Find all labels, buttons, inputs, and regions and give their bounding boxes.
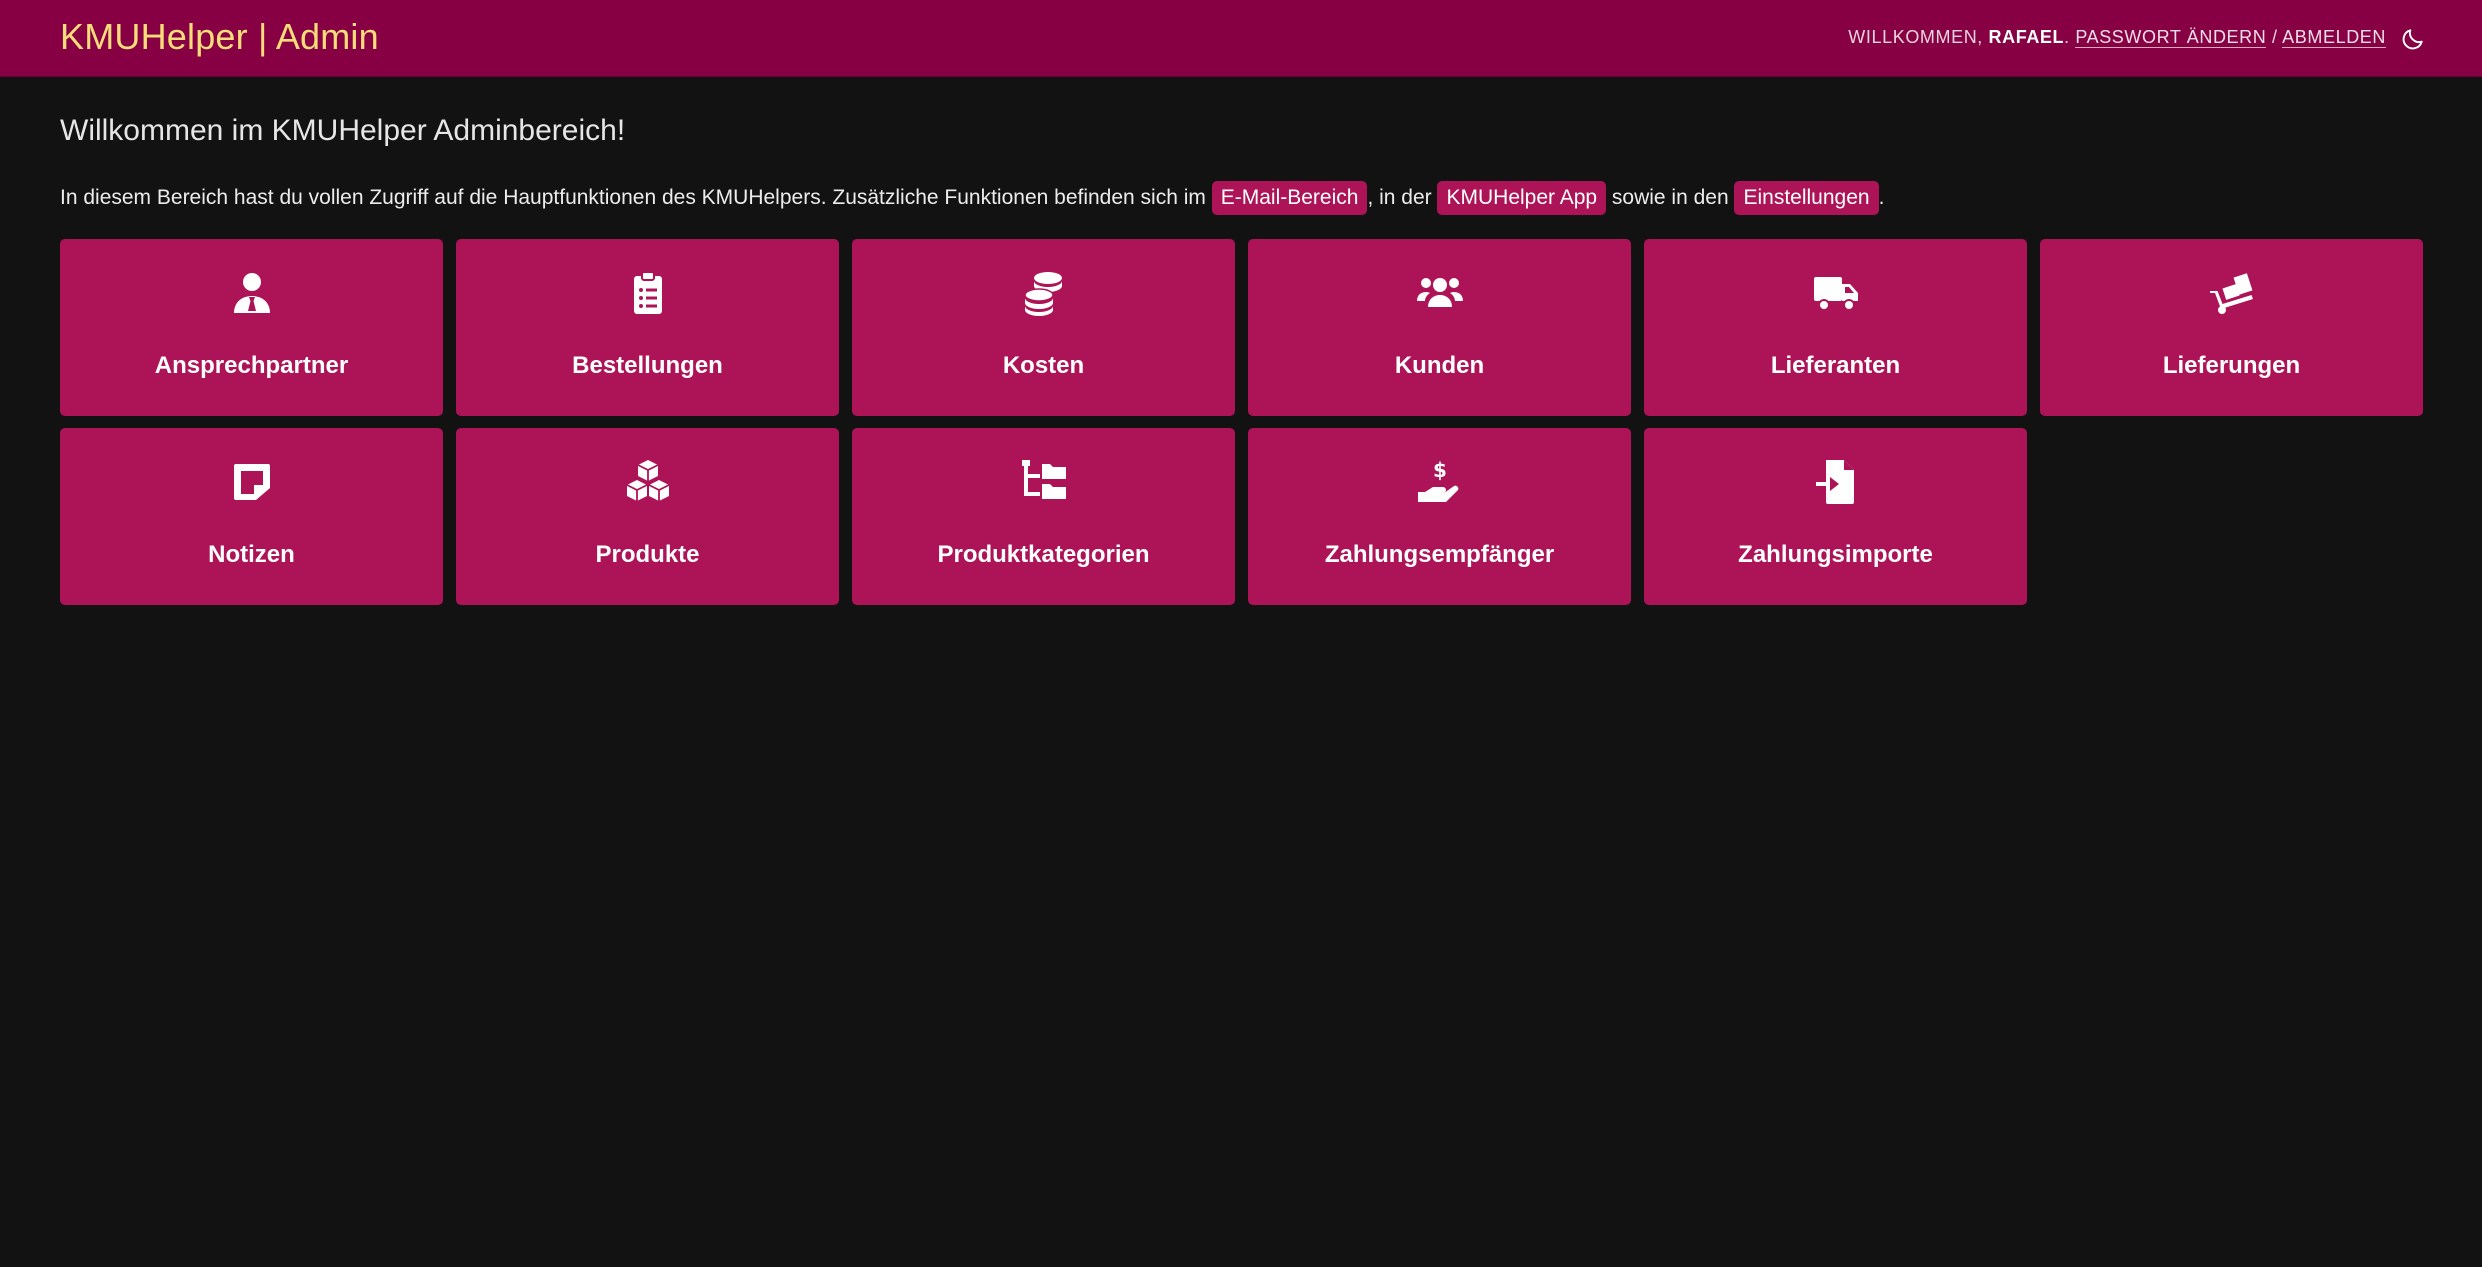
cubes-icon <box>624 458 672 506</box>
user-tools: Willkommen, Rafael. Passwort ändern / Ab… <box>1848 27 2386 48</box>
settings-link[interactable]: Einstellungen <box>1734 181 1879 215</box>
welcome-text: Willkommen, <box>1848 27 1989 47</box>
svg-text:$: $ <box>1433 458 1447 482</box>
module-tile-grid: Ansprechpartner Bestellungen Kosten Kund… <box>60 239 2424 605</box>
top-header: KMUHelper | Admin Willkommen, Rafael. Pa… <box>0 0 2482 77</box>
tile-lieferanten[interactable]: Lieferanten <box>1644 239 2027 416</box>
username: Rafael <box>1988 27 2065 47</box>
intro-text-1: In diesem Bereich hast du vollen Zugriff… <box>60 186 1212 209</box>
intro-paragraph: In diesem Bereich hast du vollen Zugriff… <box>60 180 2424 216</box>
email-area-link[interactable]: E-Mail-Bereich <box>1211 181 1368 215</box>
user-tie-icon <box>228 269 276 317</box>
tile-zahlungsimporte[interactable]: Zahlungsimporte <box>1644 428 2027 605</box>
intro-text-3: sowie in den <box>1606 186 1735 209</box>
tile-label: Ansprechpartner <box>154 352 349 379</box>
coins-icon <box>1020 269 1068 317</box>
file-import-icon <box>1812 458 1860 506</box>
intro-text-4: . <box>1878 186 1885 209</box>
folder-tree-icon <box>1020 458 1068 506</box>
moon-icon <box>2402 29 2423 50</box>
tile-zahlungsempfaenger[interactable]: $ Zahlungsempfänger <box>1248 428 1631 605</box>
tile-kosten[interactable]: Kosten <box>852 239 1235 416</box>
tile-label: Zahlungsempfänger <box>1324 541 1555 568</box>
separator-dot: . <box>2064 27 2076 47</box>
tile-label: Produktkategorien <box>937 541 1150 568</box>
kmuhelper-app-link[interactable]: KMUHelper App <box>1437 181 1607 215</box>
page-title: Willkommen im KMUHelper Adminbereich! <box>60 114 626 147</box>
hand-holding-dollar-icon: $ <box>1416 458 1464 506</box>
separator-slash: / <box>2266 27 2283 47</box>
tile-label: Lieferanten <box>1770 352 1901 379</box>
tile-label: Kunden <box>1394 352 1485 379</box>
tile-notizen[interactable]: Notizen <box>60 428 443 605</box>
tile-label: Lieferungen <box>2162 352 2301 379</box>
theme-toggle-button[interactable] <box>2400 26 2426 52</box>
change-password-link[interactable]: Passwort ändern <box>2075 27 2267 48</box>
tile-label: Bestellungen <box>572 352 723 379</box>
users-icon <box>1416 269 1464 317</box>
tile-label: Notizen <box>208 541 295 568</box>
tile-label: Produkte <box>595 541 700 568</box>
sticky-note-icon <box>228 458 276 506</box>
tile-lieferungen[interactable]: Lieferungen <box>2040 239 2423 416</box>
tile-label: Kosten <box>1002 352 1085 379</box>
truck-icon <box>1812 269 1860 317</box>
tile-produktkategorien[interactable]: Produktkategorien <box>852 428 1235 605</box>
tile-bestellungen[interactable]: Bestellungen <box>456 239 839 416</box>
tile-kunden[interactable]: Kunden <box>1248 239 1631 416</box>
dolly-icon <box>2208 269 2256 317</box>
main-content: Willkommen im KMUHelper Adminbereich! In… <box>60 110 2424 605</box>
site-brand-title[interactable]: KMUHelper | Admin <box>60 16 379 58</box>
tile-produkte[interactable]: Produkte <box>456 428 839 605</box>
tile-label: Zahlungsimporte <box>1738 541 1933 568</box>
intro-text-2: , in der <box>1367 186 1438 209</box>
clipboard-list-icon <box>624 269 672 317</box>
tile-ansprechpartner[interactable]: Ansprechpartner <box>60 239 443 416</box>
logout-link[interactable]: Abmelden <box>2282 27 2386 48</box>
